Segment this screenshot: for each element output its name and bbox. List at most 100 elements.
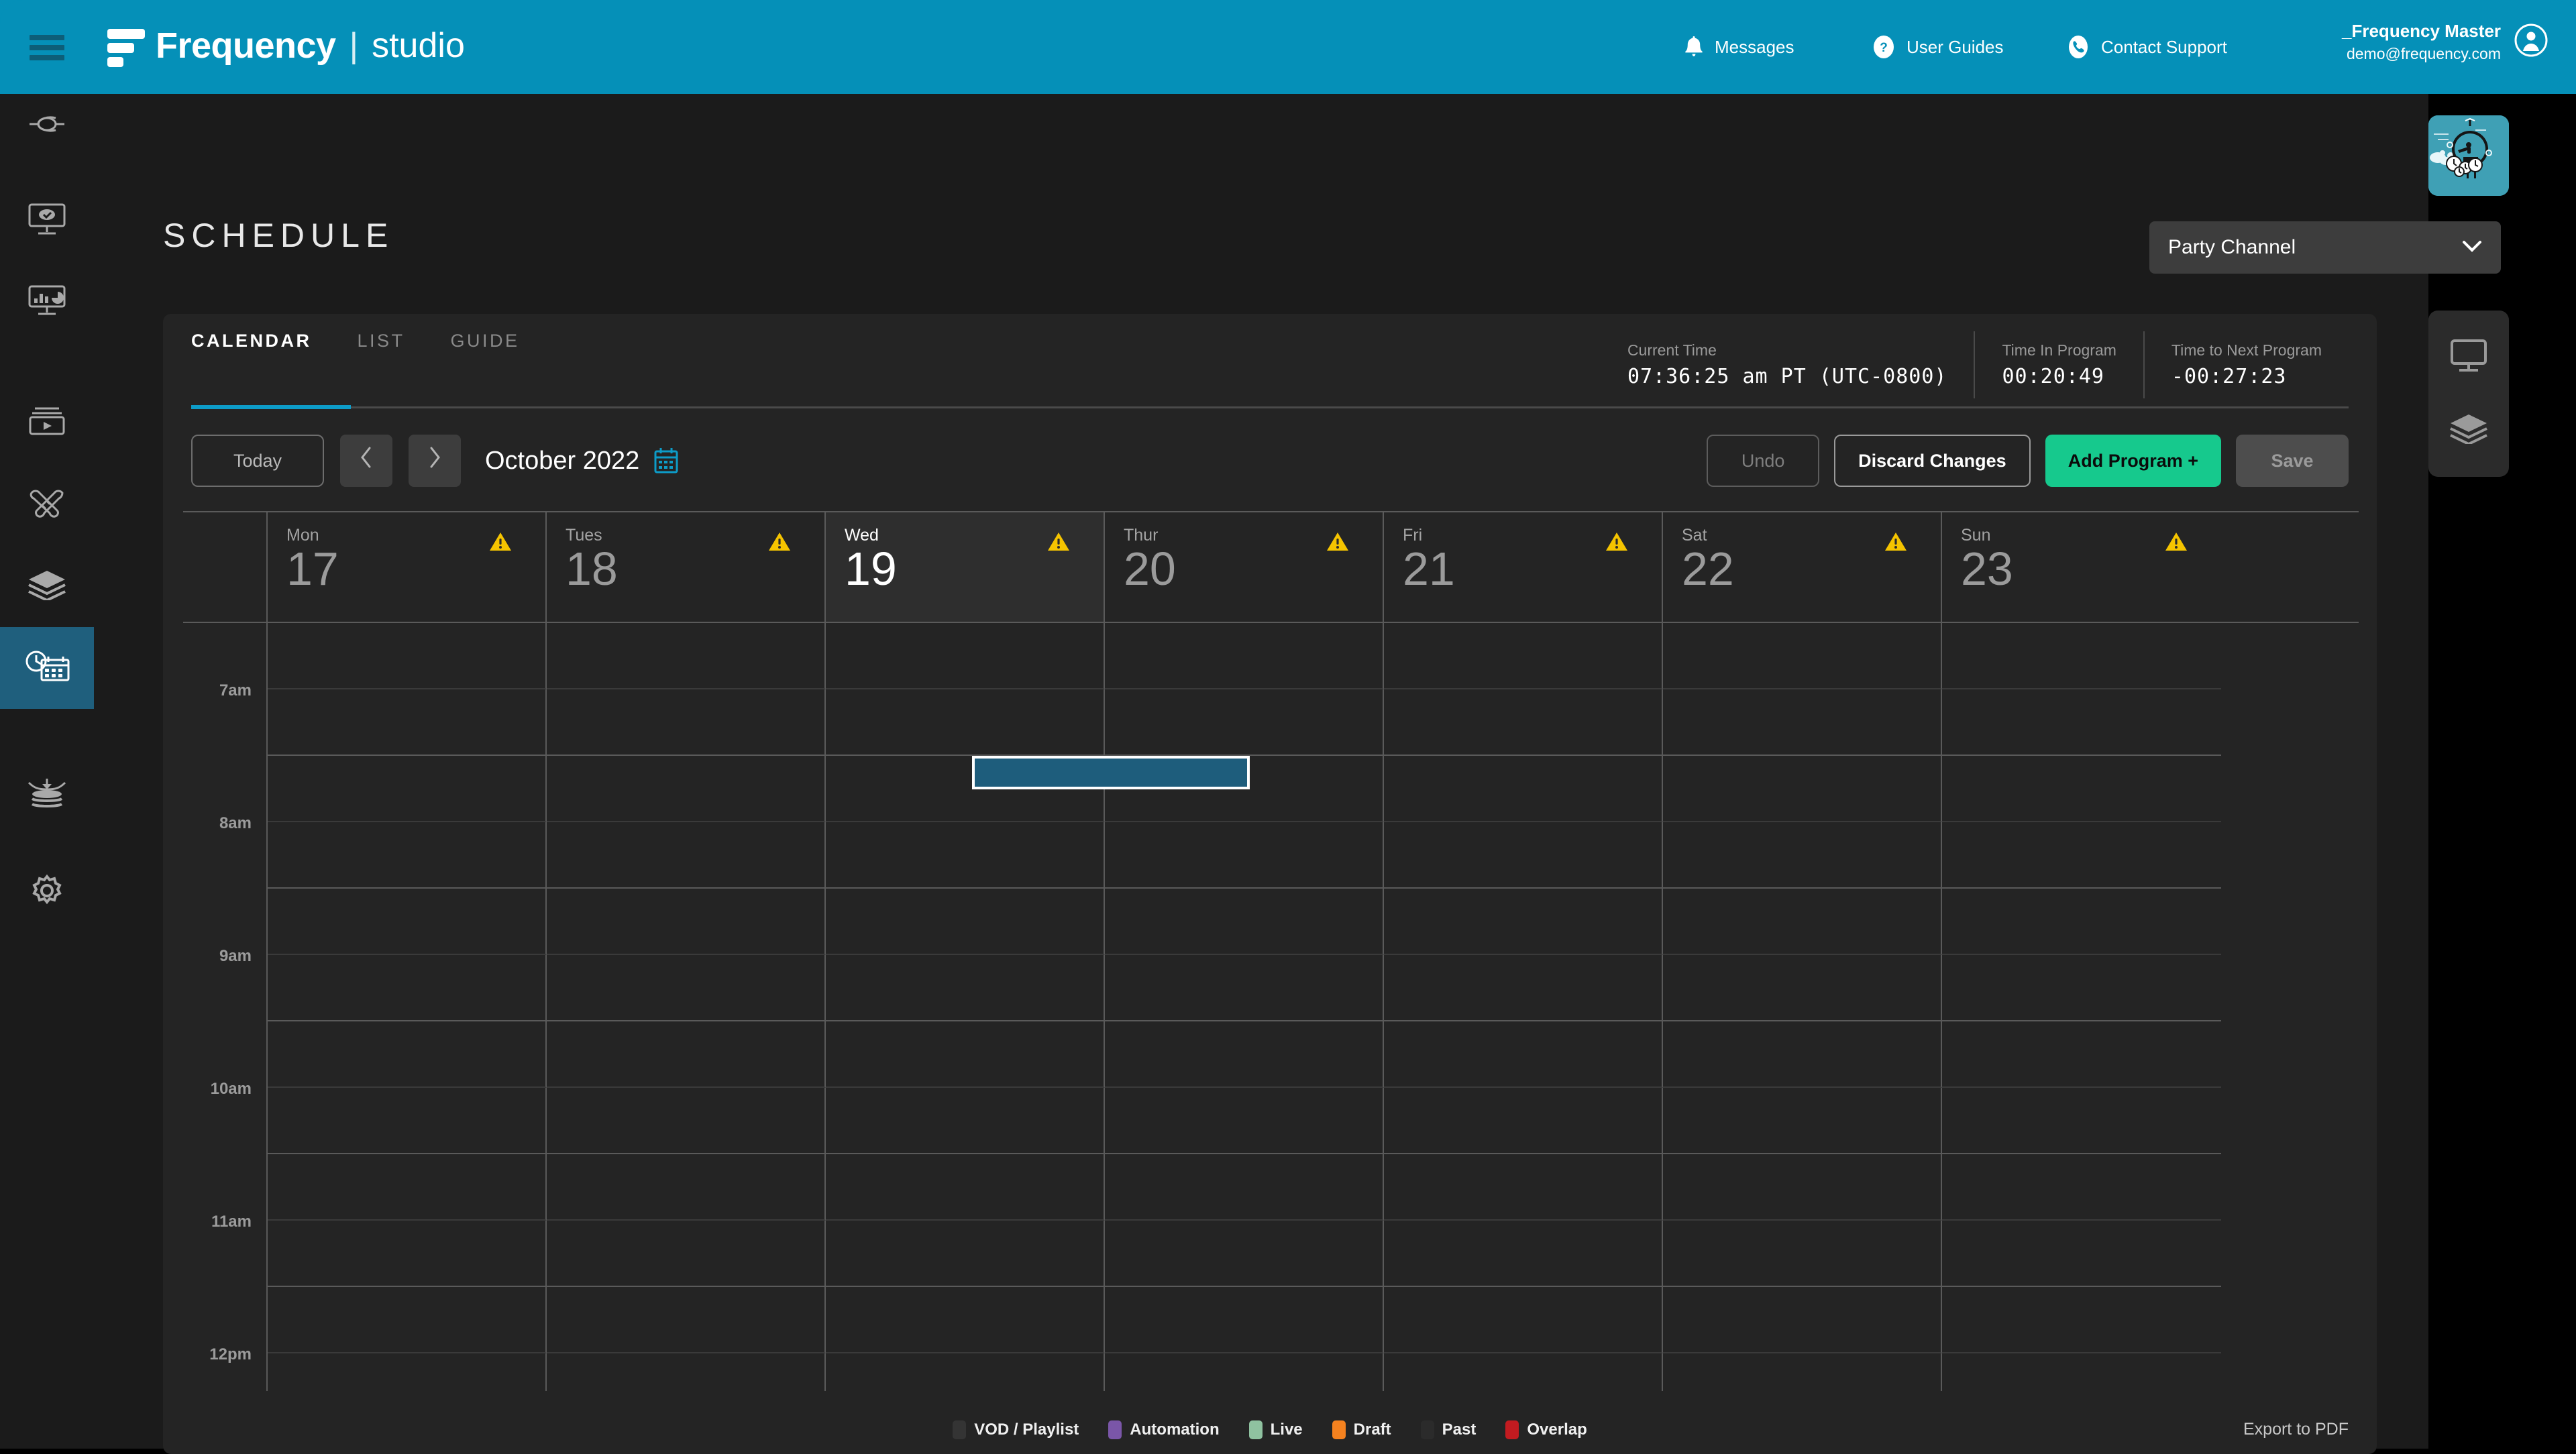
half-hour-row[interactable]: 12pm — [183, 1287, 2359, 1353]
slot-cell[interactable] — [1384, 955, 1663, 1021]
slot-cell[interactable] — [547, 889, 826, 955]
slot-cell[interactable] — [547, 1221, 826, 1287]
slot-cell[interactable] — [1942, 1221, 2221, 1287]
slot-cell[interactable] — [268, 1353, 547, 1391]
account-menu[interactable]: _Frequency Master demo@frequency.com — [2342, 20, 2548, 64]
slot-cell[interactable] — [547, 689, 826, 756]
sidebar-item-media[interactable] — [0, 382, 94, 463]
slot-cell[interactable] — [268, 1221, 547, 1287]
day-header-sun[interactable]: Sun 23 — [1942, 512, 2221, 622]
slot-cell[interactable] — [547, 1088, 826, 1154]
day-header-wed[interactable]: Wed 19 — [826, 512, 1105, 622]
sidebar-item-distribution[interactable] — [0, 753, 94, 835]
slot-cell[interactable] — [547, 756, 826, 822]
slot-cell[interactable] — [1384, 1287, 1663, 1353]
export-to-pdf-button[interactable]: Export to PDF — [2243, 1420, 2349, 1439]
slot-cell[interactable] — [1942, 1021, 2221, 1088]
slot-cell[interactable] — [1663, 1287, 1942, 1353]
slot-cell[interactable] — [547, 1154, 826, 1221]
slot-cell[interactable] — [1384, 623, 1663, 689]
selected-program-block[interactable] — [972, 756, 1250, 789]
half-hour-row[interactable] — [183, 1088, 2359, 1154]
undo-button[interactable]: Undo — [1707, 435, 1819, 487]
day-header-sat[interactable]: Sat 22 — [1663, 512, 1942, 622]
slot-cell[interactable] — [268, 822, 547, 889]
slot-cell[interactable] — [1663, 1021, 1942, 1088]
half-hour-row[interactable]: 10am — [183, 1021, 2359, 1088]
sidebar-item-library[interactable] — [0, 545, 94, 627]
warning-triangle-icon[interactable] — [768, 531, 791, 555]
slot-cell[interactable] — [826, 822, 1105, 889]
half-hour-row[interactable]: 8am — [183, 756, 2359, 822]
slot-cell[interactable] — [826, 889, 1105, 955]
slot-cell[interactable] — [826, 1287, 1105, 1353]
half-hour-row[interactable]: 7am — [183, 623, 2359, 689]
preview-player-button[interactable] — [2428, 321, 2509, 394]
slot-cell[interactable] — [268, 1021, 547, 1088]
slot-cell[interactable] — [1942, 623, 2221, 689]
slot-cell[interactable] — [1663, 1221, 1942, 1287]
slot-cell[interactable] — [268, 623, 547, 689]
today-button[interactable]: Today — [191, 435, 324, 487]
slot-cell[interactable] — [826, 955, 1105, 1021]
tab-guide[interactable]: GUIDE — [451, 331, 520, 358]
slot-cell[interactable] — [1105, 822, 1384, 889]
warning-triangle-icon[interactable] — [1884, 531, 1907, 555]
layers-panel-button[interactable] — [2428, 394, 2509, 466]
slot-cell[interactable] — [1105, 1353, 1384, 1391]
sidebar-item-schedule[interactable] — [0, 627, 94, 709]
half-hour-row[interactable]: 9am — [183, 889, 2359, 955]
discard-changes-button[interactable]: Discard Changes — [1834, 435, 2031, 487]
tab-calendar[interactable]: CALENDAR — [191, 331, 312, 358]
day-header-mon[interactable]: Mon 17 — [268, 512, 547, 622]
slot-cell[interactable] — [1663, 955, 1942, 1021]
day-header-tues[interactable]: Tues 18 — [547, 512, 826, 622]
slot-cell[interactable] — [1942, 756, 2221, 822]
slot-cell[interactable] — [1663, 756, 1942, 822]
slot-cell[interactable] — [1384, 756, 1663, 822]
slot-cell[interactable] — [268, 1287, 547, 1353]
slot-cell[interactable] — [1105, 1221, 1384, 1287]
sidebar-item-settings[interactable] — [0, 851, 94, 933]
slot-cell[interactable] — [1942, 1088, 2221, 1154]
slot-cell[interactable] — [1384, 1088, 1663, 1154]
slot-cell[interactable] — [1663, 1088, 1942, 1154]
slot-cell[interactable] — [1384, 822, 1663, 889]
warning-triangle-icon[interactable] — [1326, 531, 1349, 555]
slot-cell[interactable] — [1105, 1154, 1384, 1221]
slot-cell[interactable] — [826, 1154, 1105, 1221]
slot-cell[interactable] — [268, 756, 547, 822]
slot-cell[interactable] — [1663, 1154, 1942, 1221]
slot-cell[interactable] — [1663, 1353, 1942, 1391]
warning-triangle-icon[interactable] — [1605, 531, 1628, 555]
user-avatar-icon[interactable] — [2514, 23, 2548, 60]
slot-cell[interactable] — [1105, 1287, 1384, 1353]
slot-cell[interactable] — [1663, 889, 1942, 955]
slot-cell[interactable] — [1105, 1088, 1384, 1154]
slot-cell[interactable] — [1942, 1154, 2221, 1221]
slot-cell[interactable] — [1663, 822, 1942, 889]
half-hour-row[interactable] — [183, 1353, 2359, 1391]
slot-cell[interactable] — [547, 1287, 826, 1353]
slot-cell[interactable] — [1942, 689, 2221, 756]
messages-button[interactable]: Messages — [1684, 32, 1794, 62]
slot-cell[interactable] — [1384, 1221, 1663, 1287]
save-button[interactable]: Save — [2236, 435, 2349, 487]
slot-cell[interactable] — [1105, 689, 1384, 756]
slot-cell[interactable] — [826, 689, 1105, 756]
hamburger-icon[interactable] — [30, 35, 64, 60]
tab-list[interactable]: LIST — [358, 331, 405, 358]
prev-week-button[interactable] — [340, 435, 392, 487]
slot-cell[interactable] — [826, 1021, 1105, 1088]
slot-cell[interactable] — [1942, 1353, 2221, 1391]
slot-cell[interactable] — [1384, 1353, 1663, 1391]
sidebar-item-monitoring[interactable] — [0, 180, 94, 262]
user-guides-button[interactable]: ? User Guides — [1872, 32, 2004, 62]
half-hour-row[interactable] — [183, 955, 2359, 1021]
slot-cell[interactable] — [1384, 1154, 1663, 1221]
slot-cell[interactable] — [1384, 889, 1663, 955]
slot-cell[interactable] — [1663, 689, 1942, 756]
next-week-button[interactable] — [409, 435, 461, 487]
slot-cell[interactable] — [1105, 1021, 1384, 1088]
slot-cell[interactable] — [1663, 623, 1942, 689]
